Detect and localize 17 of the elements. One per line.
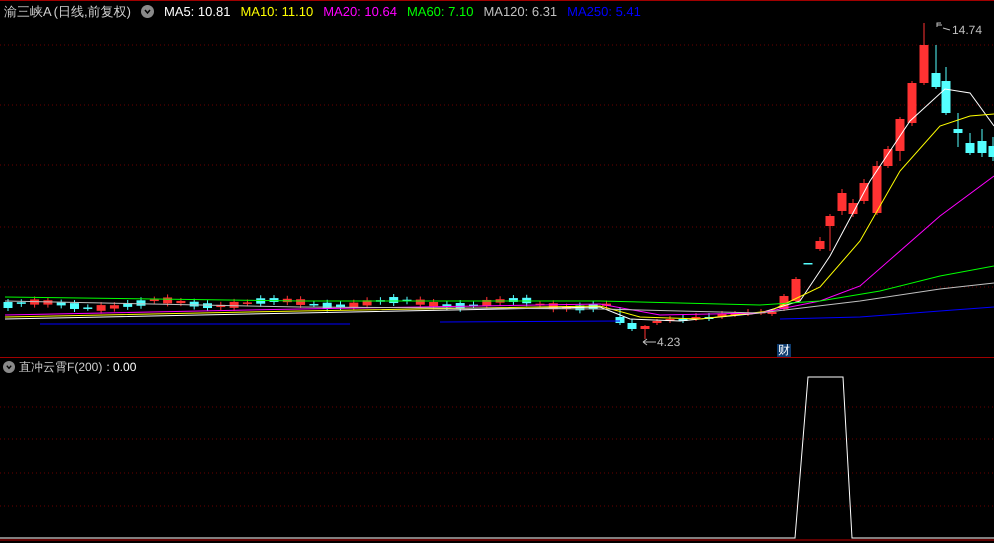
moving-average-label: MA20: 10.64 [323,2,397,21]
leader-line [936,22,950,30]
stock-title: 渝三峡A [4,2,52,21]
chevron-down-icon[interactable] [140,5,154,18]
moving-average-label: MA250: 5.41 [567,2,641,21]
moving-average-label: MA60: 7.10 [406,2,474,21]
high-price-label: 14.74 [952,22,982,39]
indicator-value: : 0.00 [106,359,136,376]
chevron-down-icon[interactable] [3,361,15,373]
moving-average-label: MA10: 11.10 [240,2,314,21]
leader-line [642,338,656,346]
period-label: (日线,前复权) [54,2,131,21]
low-price-label: 4.23 [657,334,680,351]
finance-event-badge[interactable]: 财 [777,344,791,357]
moving-average-label: MA120: 6.31 [483,2,558,21]
indicator-label: 直冲云霄F(200) [19,359,102,376]
moving-average-label: MA5: 10.81 [164,2,230,21]
